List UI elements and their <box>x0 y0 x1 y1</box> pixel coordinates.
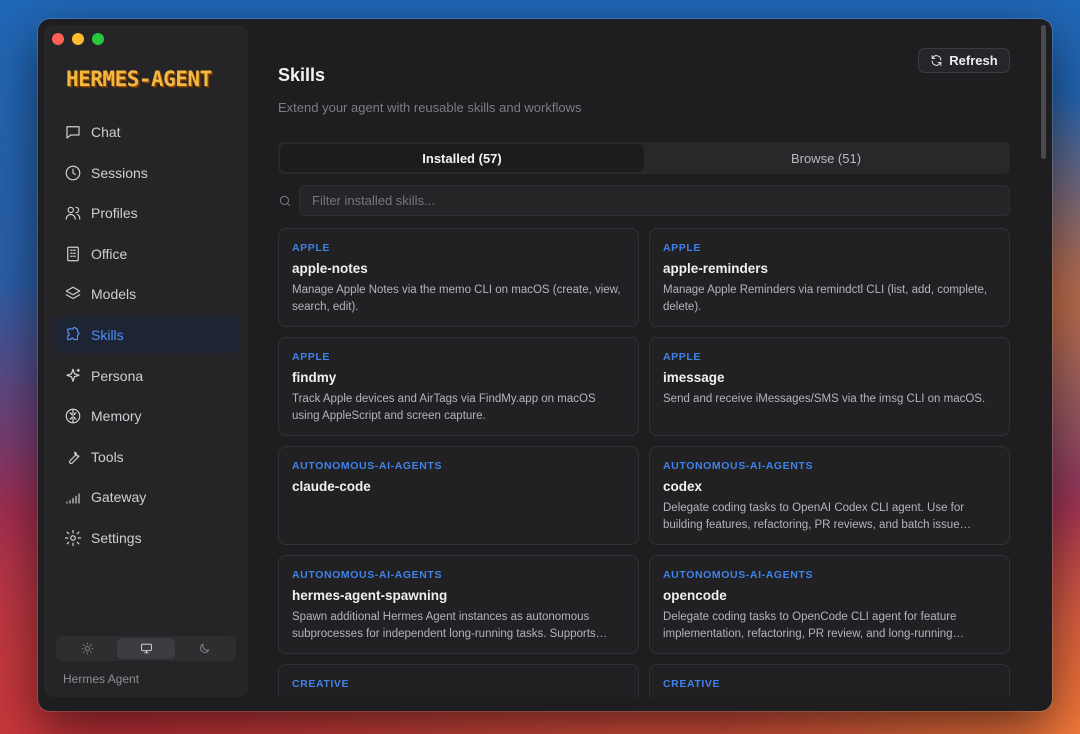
app-logo: HERMES-AGENT <box>66 67 212 91</box>
skill-card[interactable]: AUTONOMOUS-AI-AGENTS opencode Delegate cod… <box>649 555 1010 654</box>
app-window: HERMES-AGENT Chat Sessions Profiles Office M… <box>38 19 1052 711</box>
sidebar-item-label: Skills <box>91 326 124 343</box>
chat-icon <box>64 123 82 141</box>
sidebar-item-sessions[interactable]: Sessions <box>54 155 240 191</box>
sidebar-item-label: Chat <box>91 124 121 140</box>
skill-category: CREATIVE <box>292 678 350 690</box>
gear-icon <box>64 529 82 547</box>
skill-name: apple-reminders <box>663 261 769 276</box>
tab-installed[interactable]: Installed (57) <box>280 144 644 172</box>
refresh-label: Refresh <box>949 53 998 68</box>
sidebar-item-profiles[interactable]: Profiles <box>54 195 240 231</box>
skill-category: AUTONOMOUS-AI-AGENTS <box>663 569 814 581</box>
sidebar-item-settings[interactable]: Settings <box>54 520 240 556</box>
skills-grid: APPLE apple-notes Manage Apple Notes via t… <box>278 228 1010 697</box>
minimize-window-button[interactable] <box>72 33 84 45</box>
sidebar-item-label: Tools <box>91 448 124 465</box>
skill-card[interactable]: CREATIVE <box>278 664 639 697</box>
sidebar-item-label: Sessions <box>91 164 148 181</box>
skill-name: opencode <box>663 588 727 603</box>
signal-icon <box>64 488 82 506</box>
theme-switcher <box>56 636 236 661</box>
monitor-icon <box>140 642 153 655</box>
sidebar-item-label: Settings <box>91 529 142 546</box>
sidebar: HERMES-AGENT Chat Sessions Profiles Office M… <box>44 25 248 697</box>
skill-category: AUTONOMOUS-AI-AGENTS <box>292 569 443 581</box>
sidebar-item-label: Memory <box>91 408 142 425</box>
zoom-window-button[interactable] <box>92 33 104 45</box>
skill-card[interactable]: CREATIVE <box>649 664 1010 697</box>
sidebar-item-label: Persona <box>91 367 144 384</box>
refresh-button[interactable]: Refresh <box>918 48 1010 73</box>
scrollbar-thumb[interactable] <box>1041 25 1046 159</box>
skill-description: Manage Apple Reminders via remindctl CLI… <box>663 284 988 313</box>
skill-description: Delegate coding tasks to OpenAI Codex CL… <box>663 502 972 531</box>
sidebar-item-label: Models <box>91 286 137 303</box>
skill-card[interactable]: AUTONOMOUS-AI-AGENTS hermes-agent-spawnin… <box>278 555 639 654</box>
page-subtitle: Extend your agent with reusable skills a… <box>278 100 582 115</box>
users-icon <box>64 204 82 222</box>
skill-card[interactable]: APPLE apple-notes Manage Apple Notes via t… <box>278 228 639 327</box>
brain-icon <box>64 407 82 425</box>
sidebar-item-label: Office <box>91 245 128 262</box>
sidebar-item-models[interactable]: Models <box>54 276 240 312</box>
sparkle-icon <box>64 367 82 385</box>
puzzle-icon <box>64 326 82 344</box>
skill-card[interactable]: APPLE imessage Send and receive iMessages/… <box>649 337 1010 436</box>
skill-card[interactable]: AUTONOMOUS-AI-AGENTS codex Delegate coding… <box>649 446 1010 545</box>
sidebar-nav: Chat Sessions Profiles Office Models Skills Pe… <box>54 114 240 561</box>
clock-icon <box>64 164 82 182</box>
wrench-icon <box>64 448 82 466</box>
skill-name: findmy <box>292 370 337 385</box>
window-controls <box>52 33 104 45</box>
main-content: Skills Extend your agent with reusable s… <box>248 19 1052 711</box>
skill-description: Track Apple devices and AirTags via Find… <box>292 393 596 422</box>
skill-description: Send and receive iMessages/SMS via the i… <box>663 393 986 405</box>
sidebar-footer-label: Hermes Agent <box>63 672 140 686</box>
filter-skills-input[interactable] <box>299 185 1010 216</box>
skill-description: Delegate coding tasks to OpenCode CLI ag… <box>663 611 965 640</box>
skill-name: apple-notes <box>292 261 368 276</box>
skill-category: AUTONOMOUS-AI-AGENTS <box>292 460 443 472</box>
skill-category: APPLE <box>663 351 702 363</box>
skill-category: APPLE <box>663 242 702 254</box>
building-icon <box>64 245 82 263</box>
skill-category: APPLE <box>292 351 331 363</box>
close-window-button[interactable] <box>52 33 64 45</box>
skill-name: hermes-agent-spawning <box>292 588 448 603</box>
sidebar-item-persona[interactable]: Persona <box>54 358 240 394</box>
sidebar-item-tools[interactable]: Tools <box>54 439 240 475</box>
skill-description: Manage Apple Notes via the memo CLI on m… <box>292 284 621 313</box>
tab-browse[interactable]: Browse (51) <box>644 144 1008 172</box>
skill-category: CREATIVE <box>663 678 721 690</box>
search-icon <box>278 194 292 208</box>
skill-category: APPLE <box>292 242 331 254</box>
moon-icon <box>198 642 211 655</box>
sidebar-item-skills[interactable]: Skills <box>54 316 240 353</box>
theme-dark-button[interactable] <box>175 638 234 659</box>
skill-card[interactable]: AUTONOMOUS-AI-AGENTS claude-code <box>278 446 639 545</box>
refresh-icon <box>930 54 943 67</box>
skill-name: claude-code <box>292 479 371 494</box>
skill-card[interactable]: APPLE findmy Track Apple devices and AirTa… <box>278 337 639 436</box>
skill-category: AUTONOMOUS-AI-AGENTS <box>663 460 814 472</box>
sidebar-item-label: Gateway <box>91 489 147 506</box>
layers-icon <box>64 285 82 303</box>
sidebar-item-memory[interactable]: Memory <box>54 398 240 434</box>
sidebar-item-label: Profiles <box>91 205 138 222</box>
sidebar-item-office[interactable]: Office <box>54 236 240 272</box>
sun-icon <box>81 642 94 655</box>
page-title: Skills <box>278 65 326 85</box>
skill-card[interactable]: APPLE apple-reminders Manage Apple Reminde… <box>649 228 1010 327</box>
sidebar-item-gateway[interactable]: Gateway <box>54 479 240 515</box>
skill-name: imessage <box>663 370 725 385</box>
sidebar-item-chat[interactable]: Chat <box>54 114 240 150</box>
skill-description: Spawn additional Hermes Agent instances … <box>292 611 608 640</box>
theme-light-button[interactable] <box>58 638 117 659</box>
theme-system-button[interactable] <box>116 638 176 659</box>
skills-tabs: Installed (57) Browse (51) <box>278 142 1010 174</box>
skill-name: codex <box>663 479 703 494</box>
